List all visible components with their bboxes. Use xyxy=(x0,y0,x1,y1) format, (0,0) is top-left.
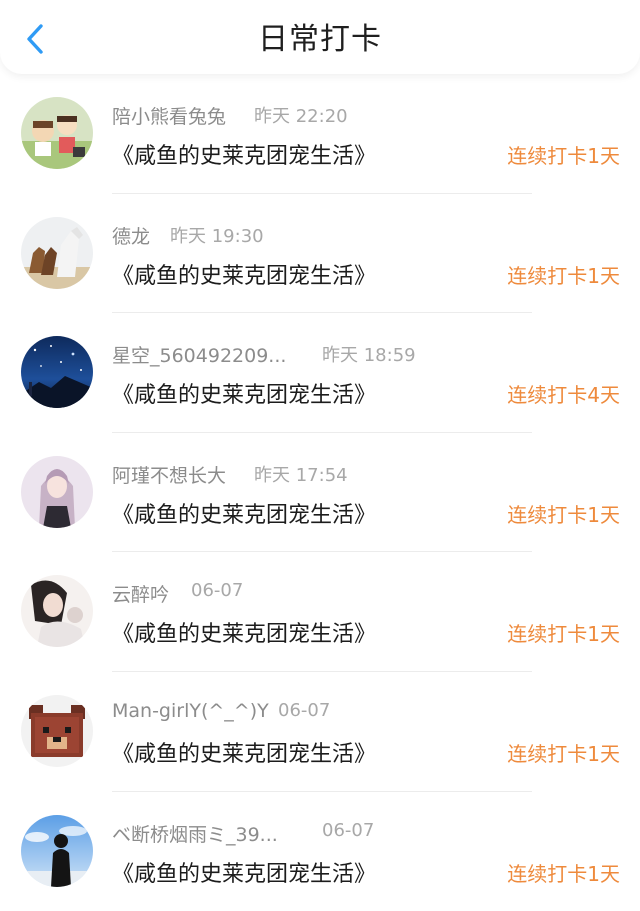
book-title[interactable]: 《咸鱼的史莱克团宠生活》 xyxy=(112,856,376,888)
checkin-list: 陪小熊看兔兔 昨天 22:20 《咸鱼的史莱克团宠生活》 连续打卡1天 德龙 昨… xyxy=(0,74,640,911)
username[interactable]: 阿瑾不想长大 xyxy=(112,461,226,488)
list-item[interactable]: 阿瑾不想长大 昨天 17:54 《咸鱼的史莱克团宠生活》 连续打卡1天 xyxy=(0,433,640,553)
streak-label: 连续打卡1天 xyxy=(507,144,620,168)
avatar-horses-icon[interactable] xyxy=(21,216,93,289)
checkin-time: 06-07 xyxy=(278,699,331,721)
list-item[interactable]: 云醉吟 06-07 《咸鱼的史莱克团宠生活》 连续打卡1天 xyxy=(0,552,640,672)
user-meta: 阿瑾不想长大 昨天 17:54 xyxy=(112,461,348,489)
list-item[interactable]: 星空_560492209... 昨天 18:59 《咸鱼的史莱克团宠生活》 连续… xyxy=(0,313,640,433)
username[interactable]: 陪小熊看兔兔 xyxy=(112,102,226,129)
list-item[interactable]: 陪小熊看兔兔 昨天 22:20 《咸鱼的史莱克团宠生活》 连续打卡1天 xyxy=(0,74,640,194)
book-title[interactable]: 《咸鱼的史莱克团宠生活》 xyxy=(112,497,376,529)
streak-label: 连续打卡1天 xyxy=(507,622,620,647)
streak-label: 连续打卡1天 xyxy=(507,741,620,766)
page-title: 日常打卡 xyxy=(258,22,382,57)
book-title[interactable]: 《咸鱼的史莱克团宠生活》 xyxy=(112,377,376,409)
avatar-cartoon-icon[interactable] xyxy=(21,97,93,169)
book-title[interactable]: 《咸鱼的史莱克团宠生活》 xyxy=(112,736,376,768)
user-meta: Man-girlY(^_^)Y 06-07 xyxy=(112,700,330,728)
list-item[interactable]: 德龙 昨天 19:30 《咸鱼的史莱克团宠生活》 连续打卡1天 xyxy=(0,194,640,314)
checkin-time: 昨天 19:30 xyxy=(170,225,264,247)
username[interactable]: 云醉吟 xyxy=(112,580,169,607)
checkin-time: 昨天 22:20 xyxy=(254,106,348,127)
streak-label: 连续打卡1天 xyxy=(507,263,620,288)
username[interactable]: 德龙 xyxy=(112,222,150,249)
top-bar: 日常打卡 xyxy=(0,0,640,74)
streak-label: 连续打卡1天 xyxy=(507,861,620,886)
checkin-time: 06-07 xyxy=(191,580,244,602)
username[interactable]: Man-girlY(^_^)Y xyxy=(112,700,269,722)
user-meta: 星空_560492209... 昨天 18:59 xyxy=(112,341,416,369)
list-item[interactable]: ベ断桥烟雨ミ_39... 06-07 《咸鱼的史莱克团宠生活》 连续打卡1天 xyxy=(0,792,640,911)
book-title[interactable]: 《咸鱼的史莱克团宠生活》 xyxy=(112,138,376,170)
username[interactable]: 星空_560492209... xyxy=(112,341,286,368)
list-item[interactable]: Man-girlY(^_^)Y 06-07 《咸鱼的史莱克团宠生活》 连续打卡1… xyxy=(0,672,640,792)
checkin-time: 06-07 xyxy=(322,819,375,841)
checkin-time: 昨天 18:59 xyxy=(322,345,416,367)
avatar-starry-sky-icon[interactable] xyxy=(21,336,93,409)
checkin-time: 昨天 17:54 xyxy=(254,464,348,486)
streak-label: 连续打卡4天 xyxy=(507,383,620,408)
avatar-silhouette-icon[interactable] xyxy=(21,814,93,887)
avatar-anime-girl-icon[interactable] xyxy=(21,455,93,528)
user-meta: 陪小熊看兔兔 昨天 22:20 xyxy=(112,102,348,130)
avatar-girl-portrait-icon[interactable] xyxy=(21,575,93,648)
avatar-pixel-bear-icon[interactable] xyxy=(21,694,93,767)
book-title[interactable]: 《咸鱼的史莱克团宠生活》 xyxy=(112,616,376,648)
username[interactable]: ベ断桥烟雨ミ_39... xyxy=(112,820,278,847)
user-meta: ベ断桥烟雨ミ_39... 06-07 xyxy=(112,820,374,848)
streak-label: 连续打卡1天 xyxy=(507,502,620,527)
user-meta: 德龙 昨天 19:30 xyxy=(112,222,264,250)
user-meta: 云醉吟 06-07 xyxy=(112,580,243,608)
book-title[interactable]: 《咸鱼的史莱克团宠生活》 xyxy=(112,258,376,290)
